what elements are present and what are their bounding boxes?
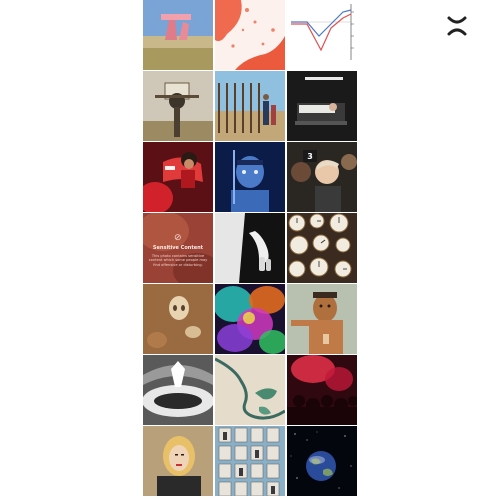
photo-tile[interactable] <box>143 426 213 496</box>
sensitive-content-description: This photo contains sensitive content wh… <box>148 254 208 267</box>
photo-tile[interactable] <box>143 0 213 70</box>
photo-tile[interactable] <box>287 0 357 70</box>
photo-tile[interactable] <box>215 355 285 425</box>
photo-tile[interactable] <box>143 284 213 354</box>
photo-tile[interactable] <box>287 284 357 354</box>
photo-tile[interactable] <box>287 213 357 283</box>
eye-slash-icon: ⊘ <box>174 233 182 243</box>
photo-tile[interactable] <box>215 426 285 496</box>
photo-tile[interactable] <box>215 0 285 70</box>
photo-tile[interactable] <box>143 71 213 141</box>
photo-tile[interactable] <box>215 71 285 141</box>
photo-tile[interactable] <box>287 426 357 496</box>
x-logo-icon[interactable] <box>446 15 468 37</box>
sensitive-content-tile[interactable]: ⊘ Sensitive Content This photo contains … <box>143 213 213 283</box>
photo-tile[interactable] <box>215 142 285 212</box>
photo-tile[interactable] <box>287 355 357 425</box>
photo-tile[interactable] <box>143 142 213 212</box>
photo-tile[interactable] <box>215 284 285 354</box>
photo-tile[interactable] <box>143 355 213 425</box>
photo-tile[interactable] <box>287 71 357 141</box>
photo-grid: 3 ⊘ Sensitive Content This photo contain… <box>143 0 357 500</box>
photo-tile[interactable] <box>215 213 285 283</box>
photo-tile[interactable]: 3 <box>287 142 357 212</box>
sensitive-content-title: Sensitive Content <box>152 245 204 251</box>
svg-text:3: 3 <box>307 152 313 161</box>
